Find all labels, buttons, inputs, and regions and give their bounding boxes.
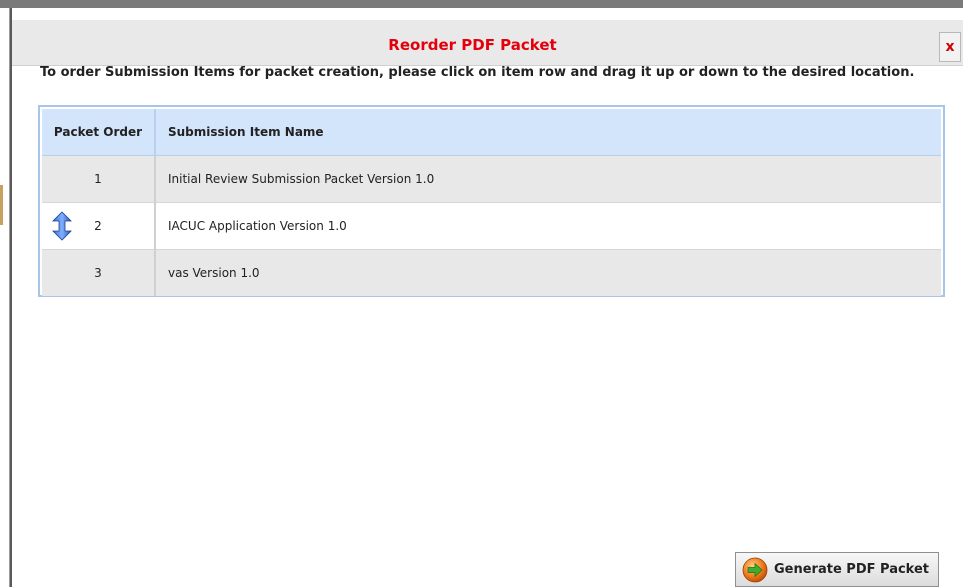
generate-pdf-packet-button[interactable]: Generate PDF Packet <box>735 552 939 587</box>
reorder-dialog: Reorder PDF Packet x To order Submission… <box>10 8 963 587</box>
background-topbar <box>0 0 963 8</box>
table-row[interactable]: 1 Initial Review Submission Packet Versi… <box>42 155 941 203</box>
items-table: Packet Order Submission Item Name 1 Init… <box>42 109 941 296</box>
packet-order-cell: 3 <box>42 249 156 296</box>
column-header-item-name: Submission Item Name <box>155 109 941 156</box>
item-name-cell: vas Version 1.0 <box>155 249 941 296</box>
table-row[interactable]: 2 IACUC Application Version 1.0 <box>42 202 941 250</box>
packet-order-cell: 1 <box>42 155 156 203</box>
background-left-strip <box>0 8 10 587</box>
packet-order-value: 2 <box>94 219 102 233</box>
background-left-mark <box>0 185 3 225</box>
packet-order-cell: 2 <box>42 202 156 250</box>
item-name-cell: IACUC Application Version 1.0 <box>155 202 941 250</box>
instructions-text: To order Submission Items for packet cre… <box>40 65 915 80</box>
table-header-row: Packet Order Submission Item Name <box>42 109 941 156</box>
column-header-packet-order: Packet Order <box>42 109 156 156</box>
submission-items-table: Packet Order Submission Item Name 1 Init… <box>38 105 945 297</box>
page: Reorder PDF Packet x To order Submission… <box>0 0 963 587</box>
table-row[interactable]: 3 vas Version 1.0 <box>42 249 941 296</box>
dialog-titlebar: Reorder PDF Packet x <box>12 20 963 66</box>
up-down-arrow-icon[interactable] <box>52 211 72 241</box>
close-button[interactable]: x <box>939 32 961 62</box>
item-name-cell: Initial Review Submission Packet Version… <box>155 155 941 203</box>
dialog-title: Reorder PDF Packet <box>388 36 557 54</box>
generate-button-label: Generate PDF Packet <box>774 562 930 577</box>
arrow-right-circle-icon <box>742 557 768 583</box>
